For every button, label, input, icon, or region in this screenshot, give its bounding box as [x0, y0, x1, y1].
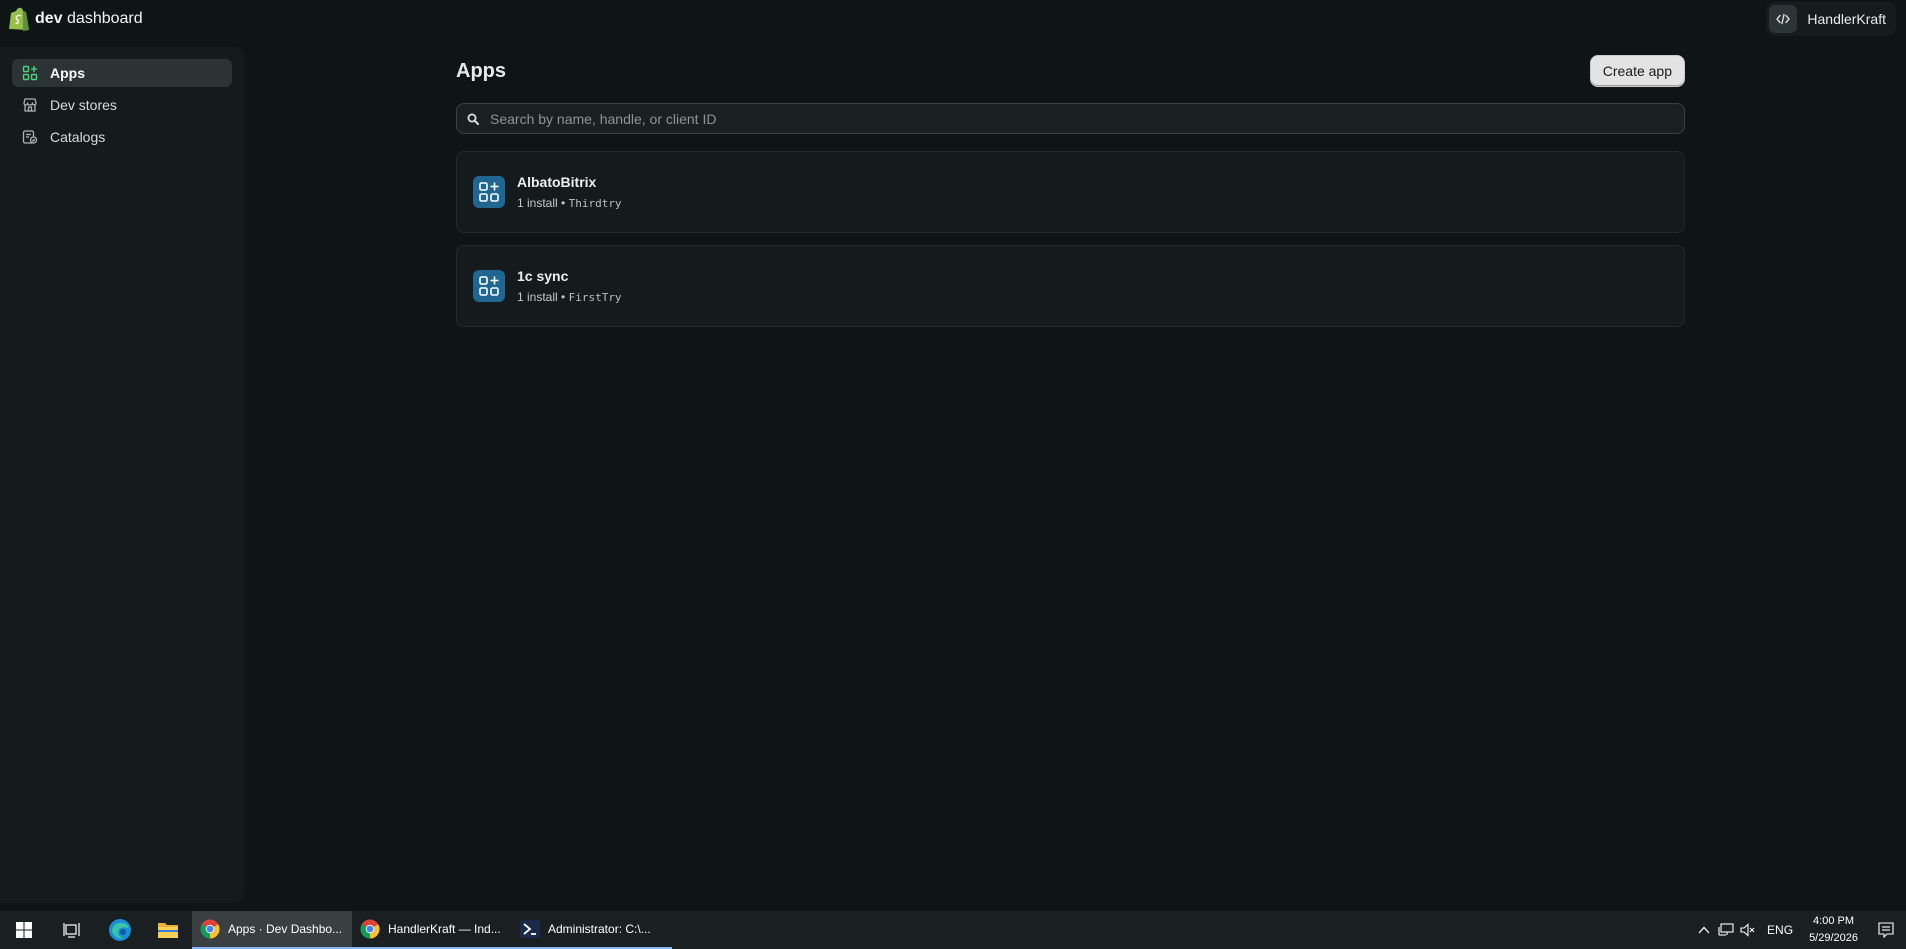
app-icon: [473, 270, 505, 302]
page-header: Apps Create app: [456, 54, 1685, 88]
sidebar-item-catalogs[interactable]: Catalogs: [12, 123, 232, 151]
taskbar-window-handlerkraft[interactable]: HandlerKraft — Ind...: [352, 911, 512, 949]
taskbar-window-label: Apps · Dev Dashbo...: [228, 922, 343, 936]
sidebar-item-label: Catalogs: [50, 129, 106, 145]
app-handle: FirstTry: [568, 291, 622, 304]
app-name: 1c sync: [517, 268, 569, 284]
search-input[interactable]: [490, 110, 1674, 127]
brand-title-rest: dashboard: [62, 10, 143, 27]
code-icon: [1769, 5, 1798, 33]
sidebar-item-label: Apps: [50, 65, 85, 81]
app-info: AlbatoBitrix 1 install • Thirdtry: [517, 174, 622, 210]
install-count: 1 install: [517, 290, 558, 304]
top-bar: dev dashboard HandlerKraft: [0, 0, 1906, 38]
app-card-albatobitrix[interactable]: AlbatoBitrix 1 install • Thirdtry: [456, 151, 1685, 233]
clock-date: 5/29/2026: [1809, 932, 1858, 944]
catalog-icon: [22, 130, 38, 144]
folder-icon: [158, 923, 178, 938]
windows-start-icon: [16, 922, 32, 938]
powershell-icon: [520, 920, 540, 938]
brand-title-bold: dev: [35, 10, 63, 27]
store-icon: [23, 98, 37, 112]
shopify-logo-icon: [9, 7, 29, 31]
sidebar-item-apps[interactable]: Apps: [12, 59, 232, 87]
main-content: Apps Create app Search by name, handle, …: [456, 54, 1685, 339]
edge-taskbar-button[interactable]: [96, 911, 144, 949]
meta-separator: •: [561, 290, 566, 304]
app-handle: Thirdtry: [568, 197, 622, 210]
dev-dashboard-window: dev dashboard HandlerKraft Apps Dev stor…: [0, 0, 1906, 949]
app-card-1c-sync[interactable]: 1c sync 1 install • FirstTry: [456, 245, 1685, 327]
app-info: 1c sync 1 install • FirstTry: [517, 268, 622, 304]
search-icon: [467, 113, 479, 125]
app-name: AlbatoBitrix: [517, 174, 597, 190]
account-button[interactable]: HandlerKraft: [1766, 2, 1896, 36]
meta-separator: •: [561, 196, 566, 210]
apps-icon: [22, 65, 38, 81]
taskbar-window-apps-dev-dashboard[interactable]: Apps · Dev Dashbo...: [192, 911, 352, 949]
volume-muted-icon: [1740, 923, 1755, 937]
clock[interactable]: 4:00 PM 5/29/2026: [1801, 913, 1866, 947]
search-field[interactable]: [456, 103, 1685, 134]
clock-time: 4:00 PM: [1813, 915, 1855, 927]
task-view-icon: [63, 923, 80, 938]
brand-title: dev dashboard: [35, 10, 143, 28]
taskbar-window-label: HandlerKraft — Ind...: [388, 922, 501, 936]
account-name: HandlerKraft: [1807, 11, 1886, 27]
app-icon: [473, 176, 505, 208]
app-meta: 1 install • FirstTry: [517, 290, 622, 304]
notification-icon: [1878, 922, 1894, 938]
chrome-icon: [360, 919, 380, 939]
page-title: Apps: [456, 59, 506, 82]
volume-button[interactable]: [1737, 923, 1759, 937]
chrome-icon: [200, 919, 220, 939]
show-hidden-icons-button[interactable]: [1693, 926, 1715, 934]
network-icon: [1718, 923, 1734, 936]
install-count: 1 install: [517, 196, 558, 210]
brand[interactable]: dev dashboard: [8, 7, 143, 31]
file-explorer-button[interactable]: [144, 911, 192, 949]
taskbar-window-powershell[interactable]: Administrator: C:\...: [512, 911, 672, 949]
network-button[interactable]: [1715, 923, 1737, 937]
create-app-button[interactable]: Create app: [1589, 55, 1685, 87]
input-language[interactable]: ENG: [1759, 923, 1801, 937]
sidebar: Apps Dev stores Catalogs: [0, 47, 244, 903]
start-button[interactable]: [0, 911, 48, 949]
chevron-up-icon: [1698, 926, 1710, 934]
notifications-button[interactable]: [1866, 922, 1906, 938]
taskbar-window-label: Administrator: C:\...: [548, 922, 651, 936]
app-meta: 1 install • Thirdtry: [517, 196, 622, 210]
edge-icon: [109, 919, 131, 941]
sidebar-item-label: Dev stores: [50, 97, 117, 113]
system-tray: ENG 4:00 PM 5/29/2026: [1693, 911, 1906, 949]
task-view-button[interactable]: [48, 911, 96, 949]
app-list: AlbatoBitrix 1 install • Thirdtry 1c syn…: [456, 151, 1685, 327]
sidebar-item-dev-stores[interactable]: Dev stores: [12, 91, 232, 119]
taskbar: Apps · Dev Dashbo... HandlerKraft — Ind.…: [0, 911, 1906, 949]
